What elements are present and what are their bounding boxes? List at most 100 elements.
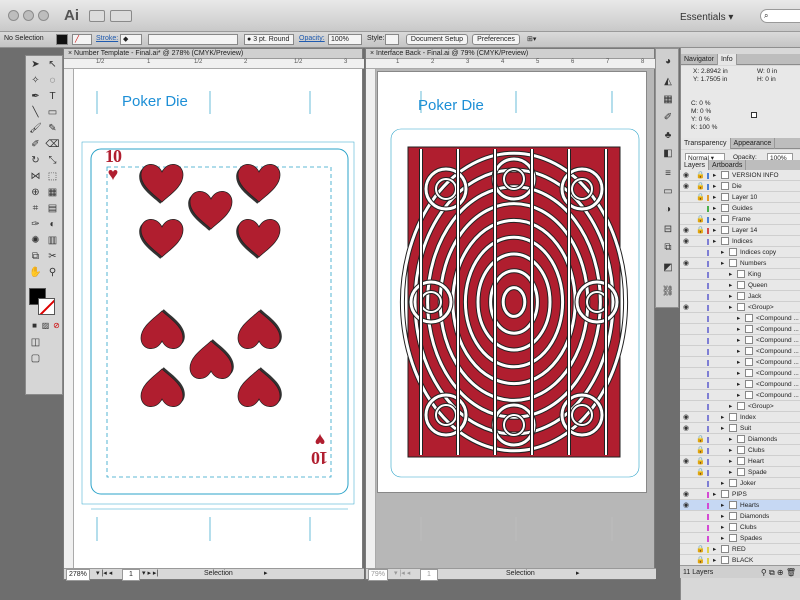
layer-row[interactable]: ▸ Guides bbox=[680, 203, 800, 214]
visibility-eye-icon[interactable]: ◉ bbox=[683, 500, 689, 510]
lock-icon[interactable]: 🔒 bbox=[696, 214, 705, 224]
expand-triangle-icon[interactable]: ▸ bbox=[729, 445, 732, 455]
bridge-button[interactable] bbox=[89, 10, 105, 22]
artboard-nav[interactable]: ▾ |◂ ◂ bbox=[96, 569, 112, 579]
symbols-panel-icon[interactable]: ♣ bbox=[661, 129, 675, 143]
blend-tool-icon[interactable]: ◐ bbox=[45, 218, 60, 232]
expand-triangle-icon[interactable]: ▸ bbox=[721, 533, 724, 543]
pathfinder-panel-icon[interactable]: ◩ bbox=[661, 261, 675, 275]
visibility-eye-icon[interactable]: ◉ bbox=[683, 489, 689, 499]
opacity-input[interactable]: 100% bbox=[328, 34, 362, 45]
transparency-panel-icon[interactable]: ◑ bbox=[661, 203, 675, 217]
visibility-eye-icon[interactable]: ◉ bbox=[683, 225, 689, 235]
stroke-panel-icon[interactable]: ≡ bbox=[661, 167, 675, 181]
document-tab[interactable]: × Number Template - Final.ai* @ 278% (CM… bbox=[64, 49, 362, 59]
layer-row[interactable]: ◉ ▸ Index bbox=[680, 412, 800, 423]
layer-row[interactable]: ◉ ▸ <Group> bbox=[680, 302, 800, 313]
layer-row[interactable]: ▸ Queen bbox=[680, 280, 800, 291]
artboard-number[interactable]: 1 bbox=[420, 569, 438, 581]
expand-triangle-icon[interactable]: ▸ bbox=[729, 467, 732, 477]
expand-triangle-icon[interactable]: ▸ bbox=[713, 236, 716, 246]
layer-row[interactable]: ▸ <Compound ... bbox=[680, 324, 800, 335]
preferences-button[interactable]: Preferences bbox=[472, 34, 520, 45]
mesh-tool-icon[interactable]: ⌗ bbox=[28, 202, 43, 216]
visibility-eye-icon[interactable]: ◉ bbox=[683, 258, 689, 268]
layer-row[interactable]: ▸ Indices copy bbox=[680, 247, 800, 258]
brushes-panel-icon[interactable]: ✐ bbox=[661, 111, 675, 125]
expand-triangle-icon[interactable]: ▸ bbox=[737, 335, 740, 345]
visibility-eye-icon[interactable]: ◉ bbox=[683, 236, 689, 246]
expand-triangle-icon[interactable]: ▸ bbox=[737, 346, 740, 356]
expand-triangle-icon[interactable]: ▸ bbox=[737, 313, 740, 323]
expand-triangle-icon[interactable]: ▸ bbox=[713, 544, 716, 554]
expand-triangle-icon[interactable]: ▸ bbox=[737, 324, 740, 334]
expand-triangle-icon[interactable]: ▸ bbox=[713, 170, 716, 180]
search-input[interactable]: ⌕ bbox=[760, 9, 800, 23]
layer-row[interactable]: ▸ <Compound ... bbox=[680, 379, 800, 390]
align-panel-icon[interactable]: ⊟ bbox=[661, 223, 675, 237]
lock-icon[interactable]: 🔒 bbox=[696, 225, 705, 235]
variable-width-select[interactable] bbox=[148, 34, 238, 45]
stroke-weight-input[interactable]: ◆ bbox=[120, 34, 142, 45]
gradient-panel-icon[interactable]: ▭ bbox=[661, 185, 675, 199]
tab-transparency[interactable]: Transparency bbox=[681, 138, 731, 149]
lock-icon[interactable]: 🔒 bbox=[696, 181, 705, 191]
draw-mode-icon[interactable]: ◫ bbox=[28, 336, 43, 350]
expand-triangle-icon[interactable]: ▸ bbox=[721, 412, 724, 422]
hand-tool-icon[interactable]: ✋ bbox=[28, 266, 43, 280]
layer-row[interactable]: 🔒 ▸ Spade bbox=[680, 467, 800, 478]
expand-triangle-icon[interactable]: ▸ bbox=[737, 379, 740, 389]
workspace-switcher[interactable]: Essentials ▾ bbox=[680, 12, 733, 23]
artboard-number[interactable]: 1 bbox=[122, 569, 140, 581]
color-panel-icon[interactable]: ◕ bbox=[661, 55, 675, 69]
close-window-button[interactable] bbox=[8, 10, 19, 21]
layer-row[interactable]: 🔒 ▸ Clubs bbox=[680, 445, 800, 456]
artboard-tool-icon[interactable]: ⧉ bbox=[28, 250, 43, 264]
layer-row[interactable]: ▸ <Compound ... bbox=[680, 390, 800, 401]
layer-row[interactable]: ▸ <Compound ... bbox=[680, 346, 800, 357]
expand-triangle-icon[interactable]: ▸ bbox=[729, 291, 732, 301]
fill-swatch[interactable] bbox=[56, 34, 68, 45]
visibility-eye-icon[interactable]: ◉ bbox=[683, 170, 689, 180]
layer-row[interactable]: ▸ Jack bbox=[680, 291, 800, 302]
blob-brush-tool-icon[interactable]: ✐ bbox=[28, 138, 43, 152]
lock-icon[interactable]: 🔒 bbox=[696, 192, 705, 202]
minimize-window-button[interactable] bbox=[23, 10, 34, 21]
expand-triangle-icon[interactable]: ▸ bbox=[713, 225, 716, 235]
expand-triangle-icon[interactable]: ▸ bbox=[729, 434, 732, 444]
expand-triangle-icon[interactable]: ▸ bbox=[729, 280, 732, 290]
line-tool-icon[interactable]: ╲ bbox=[28, 106, 43, 120]
layer-row[interactable]: 🔒 ▸ RED bbox=[680, 544, 800, 555]
visibility-eye-icon[interactable]: ◉ bbox=[683, 181, 689, 191]
layer-row[interactable]: ◉ ▸ Hearts bbox=[680, 500, 800, 511]
visibility-eye-icon[interactable]: ◉ bbox=[683, 456, 689, 466]
layer-row[interactable]: ▸ <Compound ... bbox=[680, 357, 800, 368]
expand-triangle-icon[interactable]: ▸ bbox=[713, 214, 716, 224]
layer-actions[interactable]: ⚲ ⧉ ⊕ 🗑 bbox=[761, 566, 796, 579]
layer-row[interactable]: ◉ ▸ Indices bbox=[680, 236, 800, 247]
document-setup-button[interactable]: Document Setup bbox=[406, 34, 468, 45]
zoom-field[interactable]: 79% bbox=[368, 569, 389, 581]
brush-select[interactable]: ● 3 pt. Round bbox=[244, 34, 294, 45]
expand-triangle-icon[interactable]: ▸ bbox=[737, 357, 740, 367]
layer-row[interactable]: ◉ 🔒 ▸ Layer 14 bbox=[680, 225, 800, 236]
layer-row[interactable]: ▸ Spades bbox=[680, 533, 800, 544]
document-tab[interactable]: × Interface Back - Final.ai @ 79% (CMYK/… bbox=[366, 49, 654, 59]
links-panel-icon[interactable]: ⛓ bbox=[661, 285, 675, 299]
pencil-tool-icon[interactable]: ✎ bbox=[45, 122, 60, 136]
lock-icon[interactable]: 🔒 bbox=[696, 434, 705, 444]
status-menu-icon[interactable]: ▸ bbox=[264, 569, 268, 579]
zoom-field[interactable]: 278% bbox=[66, 569, 90, 581]
expand-triangle-icon[interactable]: ▸ bbox=[721, 258, 724, 268]
rectangle-tool-icon[interactable]: ▭ bbox=[45, 106, 60, 120]
lock-icon[interactable]: 🔒 bbox=[696, 170, 705, 180]
lock-icon[interactable]: 🔒 bbox=[696, 544, 705, 554]
free-transform-tool-icon[interactable]: ⬚ bbox=[45, 170, 60, 184]
layer-row[interactable]: ◉ ▸ Numbers bbox=[680, 258, 800, 269]
lock-icon[interactable]: 🔒 bbox=[696, 456, 705, 466]
arrange-documents-button[interactable] bbox=[110, 10, 132, 22]
stroke-swatch[interactable]: ╱ bbox=[72, 34, 92, 45]
artboard-nav[interactable]: ▾ |◂ ◂ bbox=[394, 569, 410, 579]
layer-row[interactable]: ▸ Diamonds bbox=[680, 511, 800, 522]
expand-triangle-icon[interactable]: ▸ bbox=[713, 181, 716, 191]
